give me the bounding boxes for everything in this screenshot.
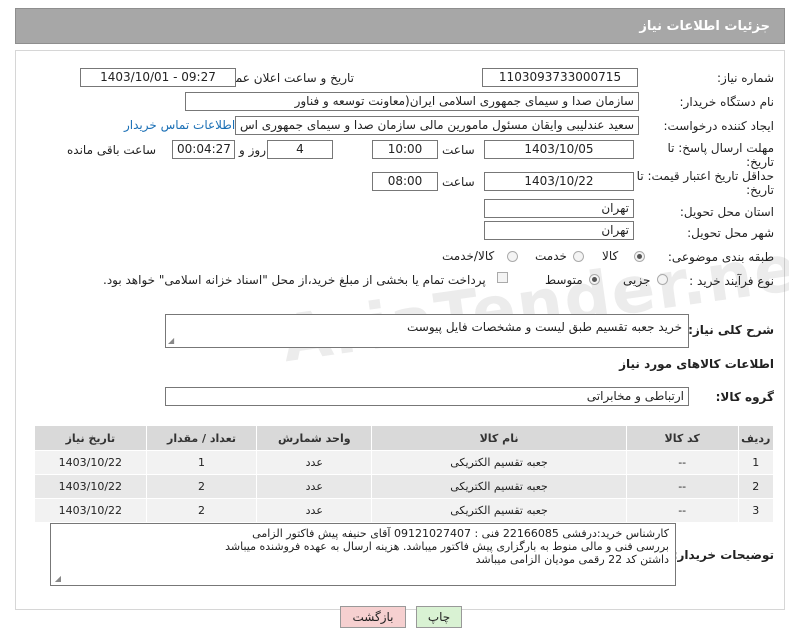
- category-goods-service-radio[interactable]: [507, 251, 518, 262]
- validity-date-field: 1403/10/22: [484, 172, 634, 191]
- buyer-org-label: نام دستگاه خریدار:: [679, 95, 775, 109]
- validity-label: حداقل تاریخ اعتبار قیمت: تا: [636, 169, 774, 183]
- process-label: نوع فرآیند خرید :: [689, 274, 774, 288]
- col-item-code: کد کالا: [625, 425, 739, 451]
- col-need-date: تاریخ نیاز: [34, 425, 147, 451]
- category-goods-label: کالا: [602, 249, 619, 263]
- time-remaining-field: 00:04:27: [172, 140, 235, 159]
- cell-quantity: 1: [145, 450, 258, 475]
- goods-section-title: اطلاعات کالاهای مورد نیاز: [619, 357, 774, 371]
- cell-unit: عدد: [256, 498, 373, 523]
- creator-label: ایجاد کننده درخواست:: [663, 119, 774, 133]
- category-goods-radio[interactable]: [634, 251, 645, 262]
- need-number-label: شماره نیاز:: [717, 71, 774, 85]
- city-label: شهر محل تحویل:: [687, 226, 774, 240]
- buyer-notes-line: بررسی فنی و مالی منوط به بارگزاری پیش فا…: [225, 540, 669, 553]
- validity-label-date: تاریخ:: [746, 183, 774, 197]
- deadline-date-field: 1403/10/05: [484, 140, 634, 159]
- buyer-notes-label: توضیحات خریدار:: [672, 548, 774, 562]
- province-field: تهران: [484, 199, 634, 218]
- process-medium-radio[interactable]: [589, 274, 600, 285]
- print-button[interactable]: چاپ: [416, 606, 462, 628]
- goods-group-label: گروه کالا:: [715, 390, 774, 404]
- buyer-notes-line: کارشناس خرید:درفشی 22166085 فنی : 091210…: [252, 527, 669, 540]
- cell-item-name: جعبه تقسیم الکتریکی: [371, 474, 627, 499]
- cell-item-name: جعبه تقسیم الکتریکی: [371, 498, 627, 523]
- process-small-radio[interactable]: [657, 274, 668, 285]
- city-field: تهران: [484, 221, 634, 240]
- cell-unit: عدد: [256, 450, 373, 475]
- page-title: جزئیات اطلاعات نیاز: [639, 19, 770, 34]
- category-goods-service-label: کالا/خدمت: [442, 249, 495, 263]
- need-number-field: 1103093733000715: [482, 68, 638, 87]
- category-service-radio[interactable]: [573, 251, 584, 262]
- goods-table: تاریخ نیاز تعداد / مقدار واحد شمارش واحد…: [34, 425, 775, 523]
- cell-row: 2: [737, 474, 775, 499]
- days-remaining-field: 4: [267, 140, 333, 159]
- deadline-time-field: 10:00: [372, 140, 438, 159]
- category-service-label: خدمت: [535, 249, 567, 263]
- description-label: شرح کلی نیاز:: [688, 323, 774, 337]
- table-row: 1403/10/22 2 عدد جعبه تقسیم الکتریکی -- …: [34, 498, 775, 523]
- cell-quantity: 2: [145, 498, 258, 523]
- resize-grip-icon[interactable]: ◢: [168, 337, 176, 345]
- deadline-label-date: تاریخ:: [746, 155, 774, 169]
- cell-item-code: --: [625, 474, 739, 499]
- cell-row: 3: [737, 498, 775, 523]
- buyer-org-field: سازمان صدا و سیمای جمهوری اسلامی ایران(م…: [185, 92, 639, 111]
- process-small-label: جزیی: [623, 273, 651, 287]
- category-label: طبقه بندی موضوعی:: [667, 250, 774, 264]
- table-row: 1403/10/22 1 عدد جعبه تقسیم الکتریکی -- …: [34, 450, 775, 475]
- cell-row: 1: [737, 450, 775, 475]
- col-quantity: تعداد / مقدار: [145, 425, 258, 451]
- validity-time-label: ساعت: [442, 175, 475, 189]
- province-label: استان محل تحویل:: [679, 205, 774, 219]
- cell-item-code: --: [625, 450, 739, 475]
- description-textarea[interactable]: خرید جعبه تقسیم طبق لیست و مشخصات فایل پ…: [165, 314, 689, 348]
- cell-need-date: 1403/10/22: [34, 498, 147, 523]
- back-button[interactable]: بازگشت: [340, 606, 406, 628]
- announce-field: 1403/10/01 - 09:27: [80, 68, 236, 87]
- validity-time-field: 08:00: [372, 172, 438, 191]
- cell-quantity: 2: [145, 474, 258, 499]
- col-unit: واحد شمارش: [256, 425, 373, 451]
- treasury-payment-note: پرداخت تمام یا بخشی از مبلغ خرید،از محل …: [103, 273, 486, 287]
- cell-need-date: 1403/10/22: [34, 474, 147, 499]
- creator-field: سعید عندلیبی وایقان مسئول مامورین مالی س…: [235, 116, 639, 135]
- deadline-time-label: ساعت: [442, 143, 475, 157]
- buyer-contact-link[interactable]: اطلاعات تماس خریدار: [124, 118, 235, 132]
- days-label: روز و: [239, 143, 266, 157]
- goods-group-field: ارتباطی و مخابراتی: [165, 387, 689, 406]
- cell-unit: عدد: [256, 474, 373, 499]
- cell-item-code: --: [625, 498, 739, 523]
- col-item-name: نام کالا: [371, 425, 627, 451]
- buyer-notes-line: داشتن کد 22 رقمی مودیان الزامی میباشد: [475, 553, 669, 566]
- cell-need-date: 1403/10/22: [34, 450, 147, 475]
- col-row: ردیف: [737, 425, 775, 451]
- description-text: خرید جعبه تقسیم طبق لیست و مشخصات فایل پ…: [407, 320, 682, 334]
- table-row: 1403/10/22 2 عدد جعبه تقسیم الکتریکی -- …: [34, 474, 775, 499]
- buyer-notes-textarea[interactable]: کارشناس خرید:درفشی 22166085 فنی : 091210…: [50, 523, 676, 586]
- treasury-payment-checkbox[interactable]: [497, 272, 508, 283]
- cell-item-name: جعبه تقسیم الکتریکی: [371, 450, 627, 475]
- time-remaining-label: ساعت باقی مانده: [67, 143, 157, 157]
- page-header: جزئیات اطلاعات نیاز: [15, 8, 785, 44]
- resize-grip-icon[interactable]: ◢: [53, 575, 61, 583]
- deadline-label: مهلت ارسال پاسخ: تا: [667, 141, 774, 155]
- process-medium-label: متوسط: [545, 273, 583, 287]
